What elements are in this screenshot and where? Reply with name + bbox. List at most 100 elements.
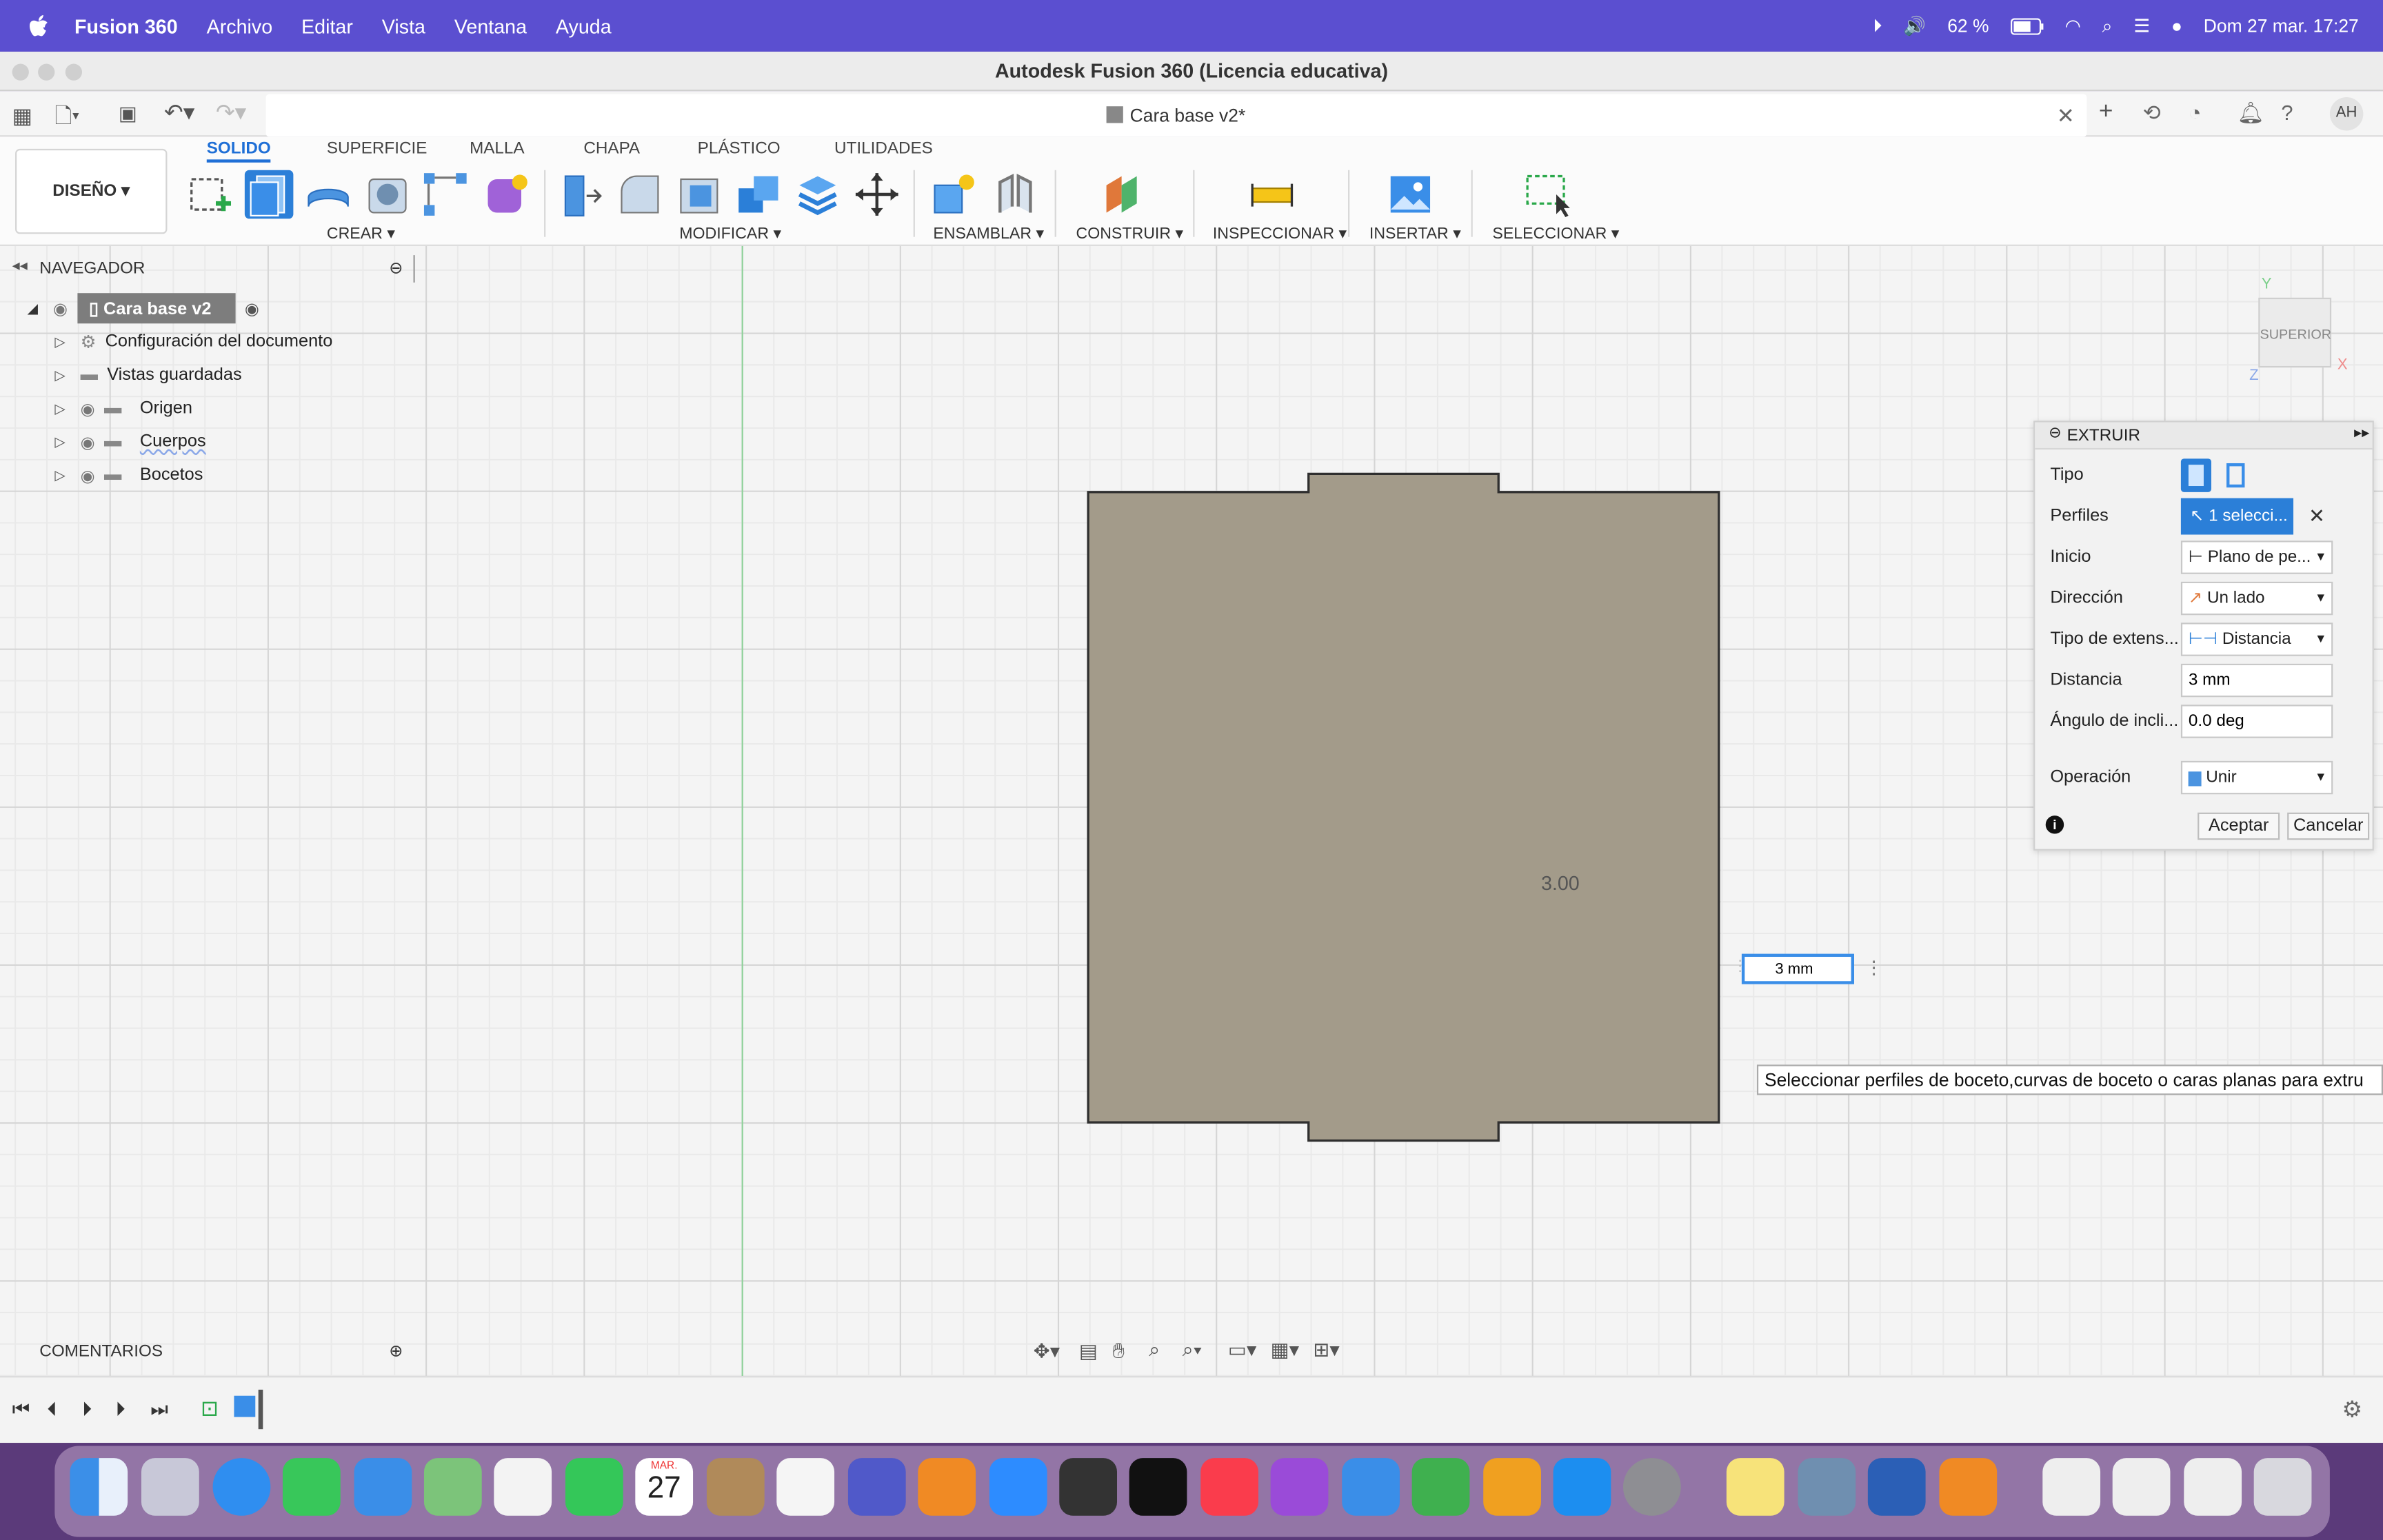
expand-arrow-icon[interactable]: ▷ bbox=[54, 334, 65, 350]
more-options-icon[interactable]: ⋮ bbox=[1864, 957, 1882, 978]
job-status-icon[interactable]: ◔ bbox=[2189, 100, 2202, 124]
nav-item-configuracion[interactable]: ▷ ⚙ Configuración del documento bbox=[54, 325, 332, 358]
navigator-resize-handle[interactable] bbox=[413, 255, 416, 283]
operation-select[interactable]: ▆ Unir ▼ bbox=[2180, 760, 2333, 795]
extent-type-select[interactable]: ⊢⊣ Distancia ▼ bbox=[2180, 622, 2333, 656]
battery-icon[interactable] bbox=[2010, 17, 2043, 34]
control-center-icon[interactable]: ☰ bbox=[2133, 15, 2150, 37]
calculator-icon[interactable] bbox=[1059, 1458, 1118, 1516]
launchpad-icon[interactable] bbox=[141, 1458, 199, 1516]
revolve-icon[interactable] bbox=[304, 170, 353, 219]
tab-utilidades[interactable]: UTILIDADES bbox=[834, 140, 933, 158]
app-name[interactable]: Fusion 360 bbox=[74, 14, 178, 37]
file-menu-icon[interactable]: 🗋▾ bbox=[54, 100, 79, 136]
document-stack-icon[interactable] bbox=[2112, 1458, 2171, 1516]
apple-tv-icon[interactable] bbox=[1129, 1458, 1187, 1516]
tab-solido[interactable]: SOLIDO bbox=[206, 140, 271, 163]
profiles-selection-button[interactable]: ↖ 1 selecci... bbox=[2180, 498, 2293, 535]
window-select-icon[interactable] bbox=[1523, 170, 1572, 219]
menu-editar[interactable]: Editar bbox=[301, 14, 353, 37]
help-icon[interactable]: ? bbox=[2281, 100, 2293, 124]
look-at-icon[interactable]: ▤ bbox=[1079, 1339, 1098, 1364]
notifications-bell-icon[interactable]: 🔔︎ bbox=[2237, 100, 2264, 125]
expand-arrow-icon[interactable]: ▷ bbox=[54, 367, 65, 383]
measure-icon[interactable] bbox=[1248, 170, 1297, 219]
menu-vista[interactable]: Vista bbox=[382, 14, 425, 37]
activate-radio-icon[interactable]: ◉ bbox=[245, 298, 259, 318]
play-circle-icon[interactable]: ⏵ bbox=[1873, 14, 1882, 37]
clear-selection-icon[interactable]: ✕ bbox=[2309, 504, 2325, 528]
offset-plane-icon[interactable] bbox=[1100, 170, 1149, 219]
collapse-navigator-icon[interactable]: ◂◂ bbox=[12, 259, 28, 275]
data-panel-grid-icon[interactable]: ▦ bbox=[12, 103, 32, 129]
first-step-icon[interactable]: ⏮ bbox=[12, 1397, 30, 1421]
minimize-window-button[interactable] bbox=[38, 63, 55, 81]
press-pull-icon[interactable] bbox=[556, 170, 605, 219]
messages-icon[interactable] bbox=[282, 1458, 341, 1516]
collapse-arrow-icon[interactable]: ◢ bbox=[28, 300, 38, 316]
insert-image-icon[interactable] bbox=[1386, 170, 1435, 219]
user-avatar[interactable]: AH bbox=[2329, 97, 2364, 131]
create-sketch-icon[interactable] bbox=[185, 170, 234, 219]
info-icon[interactable]: i bbox=[2045, 815, 2064, 834]
previous-step-icon[interactable]: ⏴ bbox=[47, 1397, 57, 1421]
pan-hand-icon[interactable]: ✋︎ bbox=[1112, 1338, 1125, 1364]
trash-icon[interactable] bbox=[2253, 1458, 2312, 1516]
type-thin-button[interactable] bbox=[2220, 458, 2251, 492]
extrude-dialog-header[interactable]: ⊖ EXTRUIR ▸▸ bbox=[2035, 422, 2373, 450]
menu-ayuda[interactable]: Ayuda bbox=[556, 14, 612, 37]
close-window-button[interactable] bbox=[12, 63, 29, 81]
group-construir[interactable]: CONSTRUIR ▾ bbox=[1076, 225, 1184, 243]
wifi-icon[interactable]: ◠ bbox=[2065, 15, 2081, 37]
distance-field[interactable] bbox=[2180, 663, 2333, 698]
numbers-icon[interactable] bbox=[1411, 1458, 1470, 1516]
extrude-icon[interactable] bbox=[244, 170, 294, 219]
tab-malla[interactable]: MALLA bbox=[470, 140, 525, 158]
podcasts-icon[interactable] bbox=[1270, 1458, 1329, 1516]
ok-button[interactable]: Aceptar bbox=[2198, 812, 2280, 840]
timeline-extrude-icon[interactable] bbox=[234, 1395, 256, 1417]
tab-chapa[interactable]: CHAPA bbox=[583, 140, 640, 158]
menu-ventana[interactable]: Ventana bbox=[454, 14, 527, 37]
spotlight-search-icon[interactable]: ⌕ bbox=[2102, 14, 2113, 37]
group-modificar[interactable]: MODIFICAR ▾ bbox=[679, 225, 781, 243]
fit-window-icon[interactable]: ⌕▾ bbox=[1183, 1338, 1202, 1362]
display-settings-icon[interactable]: ▭▾ bbox=[1228, 1338, 1256, 1362]
last-step-icon[interactable]: ⏭ bbox=[150, 1397, 168, 1421]
move-copy-icon[interactable] bbox=[853, 170, 902, 219]
pages-icon[interactable] bbox=[1483, 1458, 1541, 1516]
app-store-icon[interactable] bbox=[1553, 1458, 1611, 1516]
group-ensamblar[interactable]: ENSAMBLAR ▾ bbox=[933, 225, 1044, 243]
keynote-icon[interactable] bbox=[1342, 1458, 1400, 1516]
drag-handle-icon[interactable]: ⋮ bbox=[1733, 958, 1748, 980]
nav-item-cuerpos[interactable]: ▷ ◉ ▬ Cuerpos bbox=[54, 425, 205, 458]
fusion-360-icon[interactable] bbox=[918, 1458, 976, 1516]
mail-icon[interactable] bbox=[354, 1458, 412, 1516]
nav-item-vistas[interactable]: ▷ ▬ Vistas guardadas bbox=[54, 358, 241, 392]
close-tab-icon[interactable]: ✕ bbox=[2057, 94, 2075, 137]
expand-dialog-icon[interactable]: ▸▸ bbox=[2354, 425, 2369, 442]
maps-icon[interactable] bbox=[423, 1458, 482, 1516]
zoom-window-button[interactable] bbox=[65, 63, 83, 81]
safari-icon[interactable] bbox=[212, 1458, 271, 1516]
extensions-icon[interactable]: ⟲ bbox=[2143, 100, 2161, 125]
downloads-stack-icon[interactable] bbox=[2184, 1458, 2242, 1516]
apple-icon[interactable] bbox=[29, 14, 49, 37]
cancel-button[interactable]: Cancelar bbox=[2287, 812, 2370, 840]
document-tab[interactable]: Cara base v2* ✕ bbox=[265, 94, 2087, 137]
eye-icon[interactable]: ◉ bbox=[53, 298, 68, 318]
volume-icon[interactable]: 🔊 bbox=[1903, 15, 1926, 37]
taper-angle-field[interactable] bbox=[2180, 705, 2333, 738]
siri-icon[interactable]: ● bbox=[2171, 15, 2182, 37]
expand-arrow-icon[interactable]: ▷ bbox=[54, 401, 65, 417]
comments-toggle-icon[interactable]: ⊕ bbox=[389, 1341, 403, 1361]
fillet-icon[interactable] bbox=[616, 170, 665, 219]
notes-icon[interactable] bbox=[1726, 1458, 1784, 1516]
menu-archivo[interactable]: Archivo bbox=[207, 14, 273, 37]
undo-icon[interactable]: ↶▾ bbox=[164, 99, 194, 125]
nav-item-bocetos[interactable]: ▷ ◉ ▬ Bocetos bbox=[54, 458, 203, 492]
play-icon[interactable]: ⏵ bbox=[82, 1397, 92, 1421]
reminders-icon[interactable] bbox=[776, 1458, 835, 1516]
orbit-icon[interactable]: ✥▾ bbox=[1034, 1339, 1060, 1364]
viewcube[interactable]: SUPERIOR Y X Z bbox=[2246, 276, 2356, 386]
